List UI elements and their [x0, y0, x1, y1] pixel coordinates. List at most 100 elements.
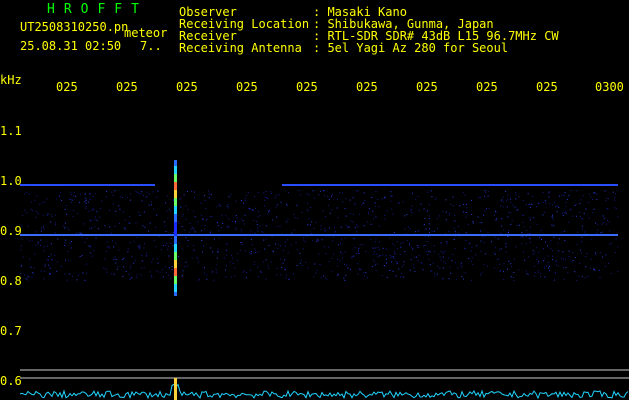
noise-dot: [582, 218, 584, 220]
noise-dot: [108, 245, 110, 247]
noise-dot: [277, 248, 279, 249]
noise-dot: [545, 202, 547, 204]
meteor-segment: [174, 202, 177, 204]
noise-dot: [592, 198, 593, 200]
meteor-segment: [174, 252, 177, 254]
noise-dot: [208, 190, 209, 192]
noise-dot: [122, 197, 123, 198]
meteor-segment: [174, 286, 177, 288]
noise-dot: [444, 250, 446, 252]
noise-dot: [50, 214, 52, 216]
noise-dot: [501, 225, 503, 227]
noise-dot: [264, 199, 266, 201]
noise-dot: [181, 248, 183, 250]
noise-dot: [118, 249, 120, 251]
noise-dot: [552, 259, 554, 261]
noise-dot: [254, 248, 256, 250]
noise-dot: [106, 250, 107, 252]
time-tick: 025: [116, 80, 138, 94]
noise-dot: [240, 200, 242, 201]
noise-dot: [543, 267, 545, 269]
noise-dot: [71, 275, 73, 277]
noise-dot: [581, 225, 583, 227]
noise-dot: [122, 276, 124, 277]
noise-dot: [558, 195, 560, 197]
noise-dot: [574, 271, 576, 273]
noise-dot: [105, 268, 107, 270]
time-tick: 025: [176, 80, 198, 94]
noise-dot: [157, 190, 159, 192]
noise-dot: [353, 255, 355, 257]
noise-dot: [357, 263, 359, 265]
noise-dot: [372, 259, 374, 261]
noise-dot: [123, 266, 125, 268]
noise-dot: [140, 267, 142, 269]
meteor-segment: [174, 288, 177, 290]
noise-dot: [79, 201, 81, 203]
noise-dot: [453, 228, 455, 229]
noise-dot: [26, 238, 28, 240]
noise-dot: [332, 194, 334, 196]
noise-dot: [307, 267, 309, 269]
noise-dot: [40, 230, 42, 232]
noise-dot: [130, 265, 132, 267]
noise-dot: [536, 258, 538, 260]
noise-dot: [495, 246, 497, 248]
noise-dot: [494, 210, 496, 212]
meteor-segment: [174, 284, 177, 286]
noise-dot: [353, 238, 354, 240]
noise-dot: [561, 194, 563, 196]
noise-dot: [576, 244, 578, 245]
noise-dot: [376, 253, 378, 255]
noise-dot: [129, 279, 131, 280]
noise-dot: [148, 230, 149, 232]
noise-dot: [235, 229, 237, 231]
noise-dot: [64, 227, 66, 229]
noise-dot: [536, 223, 538, 225]
noise-dot: [580, 199, 582, 201]
noise-dot: [331, 271, 333, 273]
noise-dot: [162, 269, 164, 271]
noise-dot: [301, 212, 303, 213]
noise-dot: [170, 242, 172, 244]
noise-dot: [351, 255, 353, 257]
noise-dot: [265, 225, 267, 227]
noise-dot: [521, 232, 523, 234]
noise-dot: [354, 227, 356, 228]
noise-dot: [226, 205, 228, 207]
noise-dot: [311, 221, 313, 223]
noise-dot: [562, 251, 564, 253]
noise-dot: [553, 279, 555, 281]
noise-dot: [510, 223, 512, 225]
noise-dot: [141, 191, 143, 193]
noise-dot: [341, 253, 343, 255]
noise-dot: [453, 205, 455, 207]
noise-dot: [307, 224, 308, 226]
noise-dot: [185, 237, 187, 239]
noise-dot: [27, 225, 29, 227]
meteor-segment: [174, 276, 177, 278]
noise-dot: [378, 249, 380, 251]
noise-dot: [223, 257, 225, 259]
noise-dot: [71, 199, 73, 201]
noise-dot: [427, 235, 429, 237]
noise-dot: [590, 267, 591, 269]
noise-dot: [532, 217, 534, 219]
noise-dot: [454, 215, 456, 216]
noise-dot: [225, 276, 227, 278]
noise-dot: [543, 257, 545, 259]
noise-dot: [484, 192, 486, 194]
noise-dot: [462, 191, 464, 193]
noise-dot: [462, 211, 464, 213]
noise-dot: [204, 272, 206, 274]
noise-dot: [70, 194, 72, 196]
noise-dot: [565, 210, 567, 212]
noise-dot: [228, 196, 230, 198]
noise-dot: [291, 232, 293, 234]
noise-dot: [404, 228, 406, 230]
noise-dot: [115, 262, 117, 264]
noise-dot: [544, 211, 546, 213]
noise-dot: [171, 238, 173, 239]
noise-dot: [275, 194, 277, 196]
noise-dot: [250, 230, 252, 232]
